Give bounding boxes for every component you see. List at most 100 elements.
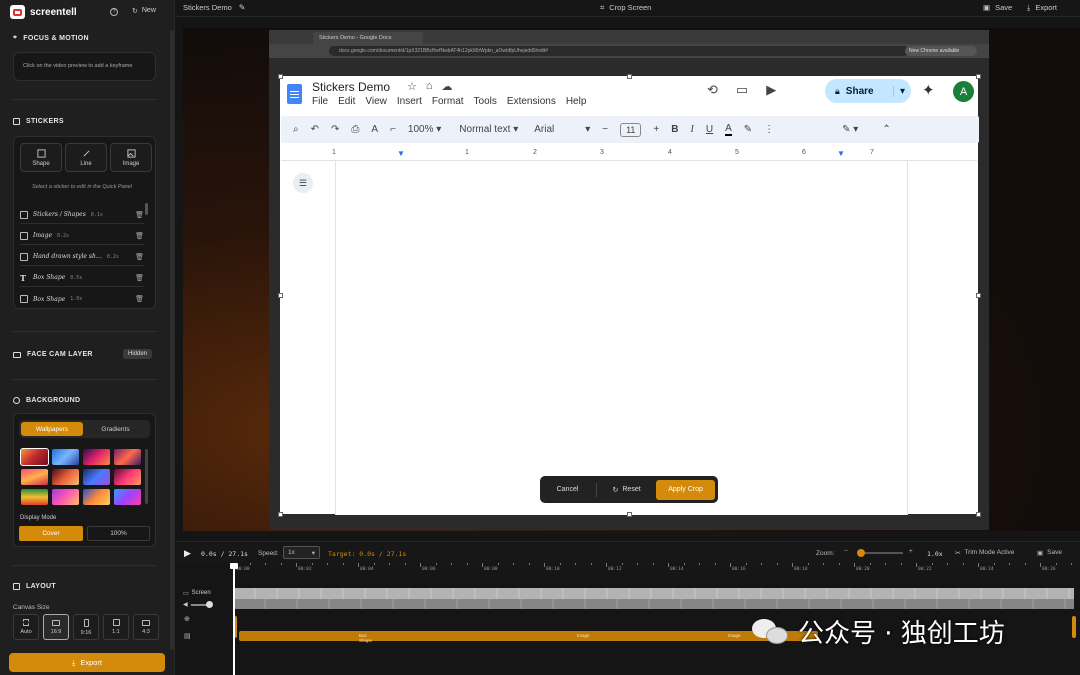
layout-header[interactable]: LAYOUT	[13, 583, 56, 590]
trim-handle-right[interactable]	[1072, 616, 1076, 638]
share-button[interactable]: 🔒︎ Share ▾	[825, 79, 911, 103]
trash-icon[interactable]: 🗑	[135, 274, 144, 282]
sticker-item[interactable]: T Box Shape 0.5s 🗑	[20, 269, 144, 287]
star-icon[interactable]: ☆	[407, 80, 417, 93]
facecam-status-badge[interactable]: Hidden	[123, 349, 153, 359]
sticker-item[interactable]: Box Shape 1.0s 🗑	[20, 290, 144, 308]
crop-cancel-button[interactable]: Cancel	[543, 486, 592, 493]
italic-icon[interactable]: I	[691, 124, 694, 135]
document-page[interactable]	[335, 161, 908, 515]
wallpaper-thumb[interactable]	[83, 489, 110, 505]
crop-handle[interactable]	[278, 512, 283, 517]
menu-format[interactable]: Format	[432, 96, 464, 107]
canvas-size-9-16[interactable]: 9:16	[73, 614, 99, 640]
paint-format-icon[interactable]: ⌐	[390, 124, 396, 135]
tab-gradients[interactable]: Gradients	[83, 422, 148, 436]
font-size-input[interactable]: 11	[620, 122, 642, 137]
style-select[interactable]: Normal text ▾	[459, 124, 518, 135]
wallpaper-thumb[interactable]	[52, 489, 79, 505]
chrome-tab[interactable]: Stickers Demo - Google Docs	[313, 32, 423, 44]
edit-pencil-icon[interactable]: ✎	[239, 3, 246, 12]
scrollbar[interactable]	[145, 203, 148, 215]
search-icon[interactable]: ⌕	[293, 124, 299, 135]
project-title[interactable]: Stickers Demo	[183, 3, 232, 12]
add-shape-button[interactable]: Shape	[20, 143, 62, 172]
focus-motion-header[interactable]: ⌖ FOCUS & MOTION	[13, 34, 89, 42]
menu-file[interactable]: File	[312, 96, 328, 107]
display-mode-100[interactable]: 100%	[87, 526, 150, 541]
wallpaper-thumb[interactable]	[83, 449, 110, 465]
timeline-save-button[interactable]: ▣ Save	[1037, 549, 1062, 557]
menu-edit[interactable]: Edit	[338, 96, 355, 107]
text-color-icon[interactable]: A	[725, 123, 732, 136]
trash-icon[interactable]: 🗑	[135, 295, 144, 303]
screen-clip[interactable]	[234, 588, 1074, 609]
sticker-track-icon[interactable]: ▤	[184, 632, 191, 640]
crop-handle[interactable]	[976, 512, 981, 517]
chrome-update-badge[interactable]: New Chrome available	[905, 46, 977, 56]
collapse-chevron-icon[interactable]: ⌃	[882, 124, 890, 135]
crop-handle[interactable]	[627, 74, 632, 79]
menu-view[interactable]: View	[365, 96, 387, 107]
wallpaper-thumb[interactable]	[21, 489, 48, 505]
trash-icon[interactable]: 🗑	[135, 253, 144, 261]
url-bar[interactable]: docs.google.com/document/d/1pX321BBcfhef…	[329, 46, 909, 56]
underline-icon[interactable]: U	[706, 124, 713, 135]
timeline-ruler[interactable]: 00:00 00:02 00:04 00:06 00:08 00:10 00:12 00:14…	[234, 563, 1080, 577]
highlight-icon[interactable]: ✎	[744, 124, 752, 135]
folder-icon[interactable]: ⌂	[426, 80, 433, 93]
undo-icon[interactable]: ↶	[311, 124, 319, 135]
wallpaper-thumb[interactable]	[83, 469, 110, 485]
wallpaper-thumb[interactable]	[52, 449, 79, 465]
stickers-header[interactable]: STICKERS	[13, 118, 64, 125]
export-button[interactable]: ⤓ Export	[9, 653, 165, 672]
redo-icon[interactable]: ↷	[331, 124, 339, 135]
more-icon[interactable]: ⋮	[764, 124, 774, 135]
canvas-size-16-9[interactable]: 16:9	[43, 614, 69, 640]
font-select[interactable]: Arial ▾	[534, 124, 590, 135]
export-top-button[interactable]: ⤓ Export	[1027, 3, 1057, 13]
playhead[interactable]	[233, 563, 235, 675]
meet-camera-icon[interactable]: ▶	[766, 82, 776, 98]
wallpaper-thumb[interactable]	[20, 448, 49, 466]
apply-crop-button[interactable]: Apply Crop	[656, 479, 715, 500]
wallpaper-thumb[interactable]	[114, 489, 141, 505]
crop-handle[interactable]	[278, 74, 283, 79]
display-mode-cover[interactable]: Cover	[19, 526, 83, 541]
crop-handle[interactable]	[976, 74, 981, 79]
trash-icon[interactable]: 🗑	[135, 211, 144, 219]
sticker-item[interactable]: Hand drawn style sh… 0.2s 🗑	[20, 248, 144, 266]
sidebar-scrollbar[interactable]	[170, 30, 174, 650]
bold-icon[interactable]: B	[671, 124, 678, 135]
sticker-item[interactable]: Stickers / Shapes 0.1s 🗑	[20, 206, 144, 224]
comment-icon[interactable]: ▭	[736, 82, 748, 98]
scrollbar[interactable]	[145, 449, 148, 504]
sticker-item[interactable]: Image 0.2s 🗑	[20, 227, 144, 245]
zoom-out-icon[interactable]: −	[844, 548, 848, 555]
avatar[interactable]: A	[953, 81, 974, 102]
crop-screen-button[interactable]: ⌗ Crop Screen	[600, 3, 651, 13]
sticker-clip[interactable]: Box Shape	[239, 631, 479, 643]
zoom-slider-thumb[interactable]	[857, 549, 866, 557]
help-icon[interactable]: ?	[110, 8, 118, 16]
menu-help[interactable]: Help	[566, 96, 587, 107]
new-button[interactable]: ↻ New	[132, 7, 156, 15]
playhead-knob[interactable]	[230, 563, 238, 569]
increase-font-icon[interactable]: +	[653, 124, 659, 135]
gemini-sparkle-icon[interactable]: ✦	[922, 81, 935, 99]
zoom-slider-track[interactable]	[859, 552, 903, 554]
tab-wallpapers[interactable]: Wallpapers	[21, 422, 83, 436]
trim-mode-button[interactable]: ✂ Trim Mode Active	[955, 549, 1014, 557]
history-icon[interactable]: ⟲	[707, 82, 718, 98]
doc-title[interactable]: Stickers Demo	[312, 80, 390, 94]
outline-icon[interactable]: ☰	[293, 173, 313, 193]
focus-card[interactable]: Click on the video preview to add a keyf…	[13, 52, 156, 81]
trash-icon[interactable]: 🗑	[135, 232, 144, 240]
crop-handle[interactable]	[278, 293, 283, 298]
wallpaper-thumb[interactable]	[114, 449, 141, 465]
menu-insert[interactable]: Insert	[397, 96, 422, 107]
cloud-icon[interactable]: ☁	[442, 80, 453, 93]
canvas-size-auto[interactable]: Auto	[13, 614, 39, 640]
spellcheck-icon[interactable]: A	[371, 124, 378, 135]
crop-handle[interactable]	[976, 293, 981, 298]
